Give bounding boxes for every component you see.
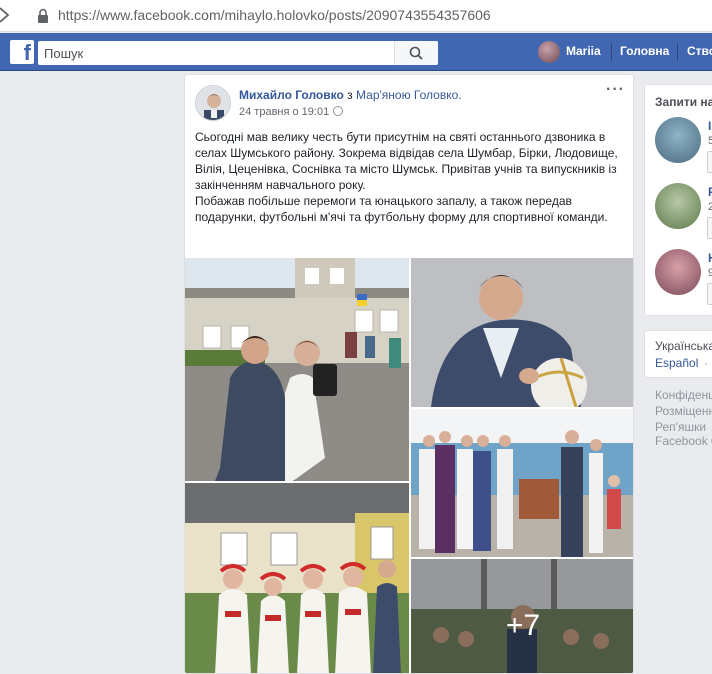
facebook-logo[interactable]: f	[10, 40, 34, 65]
photo-2-image	[411, 258, 633, 407]
footer-link-ads[interactable]: Розміщенн	[655, 404, 712, 418]
facebook-top-bar: f Mariia Головна Ство	[0, 33, 712, 71]
url-text[interactable]: https://www.facebook.com/mihaylo.holovko…	[58, 7, 491, 23]
request-mutual: 9	[708, 267, 712, 279]
request-avatar[interactable]	[655, 249, 701, 295]
user-name: Mariia	[566, 44, 601, 58]
more-photos-count: +7	[505, 609, 541, 642]
search-button[interactable]	[394, 41, 438, 65]
post-timestamp[interactable]: 24 травня о 19:01	[239, 106, 329, 118]
author-name-link[interactable]: Михайло Головко	[239, 88, 344, 102]
request-mutual: 2	[708, 201, 712, 213]
request-avatar[interactable]	[655, 117, 701, 163]
friend-requests-title: Запити на	[655, 95, 712, 109]
request-avatar[interactable]	[655, 183, 701, 229]
request-mutual: 5	[708, 135, 712, 147]
home-icon[interactable]	[0, 4, 14, 26]
public-globe-icon[interactable]	[333, 106, 344, 116]
footer-link-privacy[interactable]: Конфіденц	[655, 388, 712, 402]
author-photo	[196, 86, 230, 120]
confirm-request-button[interactable]	[707, 283, 712, 305]
request-name[interactable]: F	[708, 185, 712, 199]
nav-create-link[interactable]: Ство	[687, 44, 712, 58]
post-card: Михайло Головко з Мар'яною Головко. 24 т…	[184, 74, 634, 674]
post-options-button[interactable]: ···	[606, 81, 625, 99]
friend-requests-card: Запити на I 5 F 2 H 9	[644, 84, 712, 316]
user-avatar	[538, 41, 560, 63]
search-icon	[409, 46, 423, 60]
photo-4-image	[185, 483, 409, 673]
footer-link-cookies[interactable]: Реп'яшки	[655, 420, 706, 434]
lock-icon[interactable]	[36, 8, 50, 24]
request-name[interactable]: I	[708, 119, 711, 133]
nav-divider	[611, 43, 612, 61]
nav-divider	[677, 43, 678, 61]
nav-home-link[interactable]: Головна	[620, 44, 669, 58]
language-current: Українська	[655, 339, 712, 353]
request-name[interactable]: H	[708, 251, 712, 265]
post-photo-5[interactable]: +7	[411, 559, 633, 673]
post-photo-1[interactable]	[185, 258, 409, 481]
browser-address-bar: https://www.facebook.com/mihaylo.holovko…	[0, 0, 712, 32]
post-text: Сьогодні мав велику честь бути присутнім…	[195, 129, 625, 225]
photo-1-image	[185, 258, 409, 481]
search-input[interactable]	[38, 41, 394, 65]
language-card: Українська Español · F	[644, 330, 712, 378]
search-box	[38, 41, 438, 65]
post-paragraph: Сьогодні мав велику честь бути присутнім…	[195, 130, 618, 192]
author-avatar[interactable]	[195, 85, 231, 121]
language-separator: ·	[704, 356, 708, 370]
post-photo-2[interactable]	[411, 258, 633, 407]
confirm-request-button[interactable]	[707, 217, 712, 239]
post-paragraph: Побажав побільше перемоги та юнацького з…	[195, 194, 608, 224]
with-word: з	[347, 88, 353, 102]
post-photo-3[interactable]	[411, 409, 633, 557]
language-option[interactable]: Español	[655, 356, 698, 370]
confirm-request-button[interactable]	[707, 151, 712, 173]
post-meta: 24 травня о 19:01	[239, 106, 344, 118]
post-author-line: Михайло Головко з Мар'яною Головко.	[239, 88, 462, 102]
footer-copyright: Facebook ©	[655, 434, 712, 448]
facebook-f-icon: f	[23, 40, 31, 65]
post-photo-4[interactable]	[185, 483, 409, 673]
photo-3-image	[411, 409, 633, 557]
tagged-person-link[interactable]: Мар'яною Головко.	[356, 88, 462, 102]
